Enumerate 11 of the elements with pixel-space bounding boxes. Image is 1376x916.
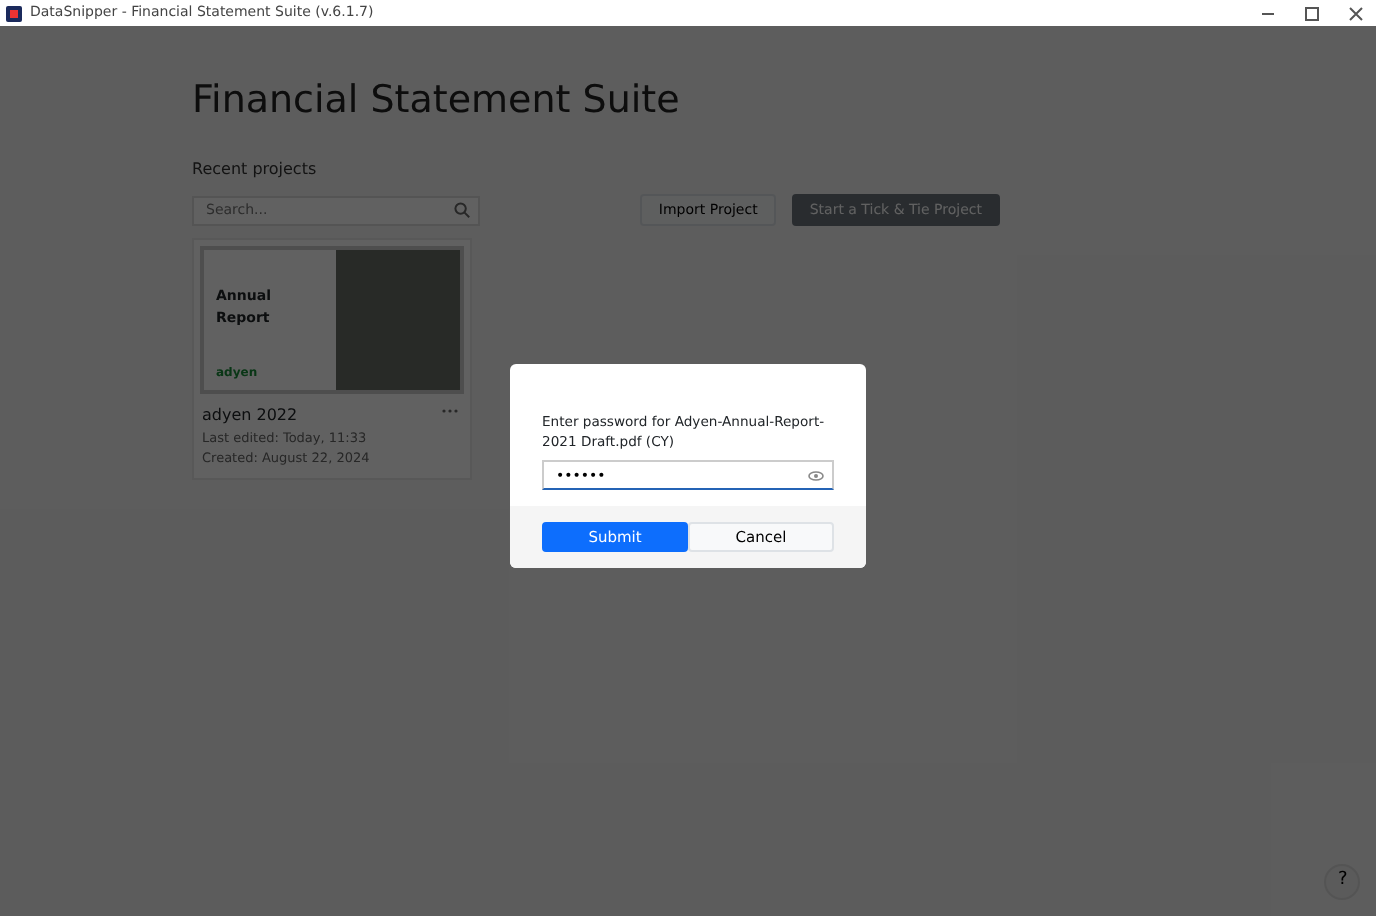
app-logo-icon [6,5,22,21]
project-name: adyen 2022 [202,404,298,429]
eye-icon[interactable] [808,469,824,482]
section-label: Recent projects [192,157,319,182]
search-icon [454,202,470,219]
close-icon[interactable] [1348,5,1364,21]
photo-placeholder [336,250,460,391]
help-button[interactable]: ? [1324,864,1360,900]
more-options-icon[interactable] [442,408,458,415]
maximize-icon[interactable] [1304,5,1320,21]
page-title: Financial Statement Suite [192,78,682,124]
